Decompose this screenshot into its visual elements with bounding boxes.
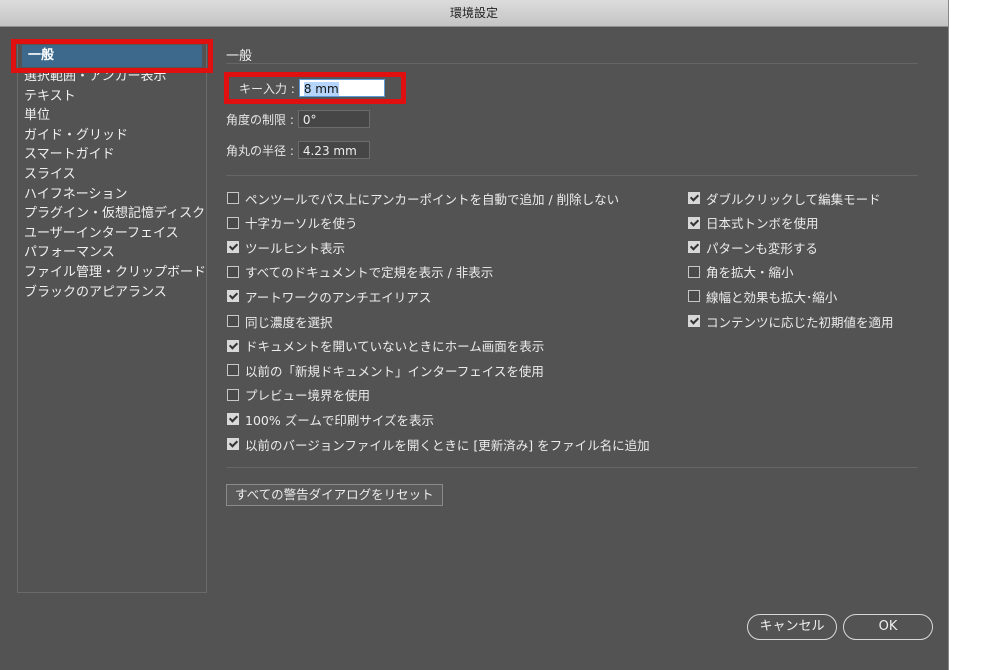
option-print-size-100[interactable]: 100% ズームで印刷サイズを表示	[227, 409, 434, 429]
cancel-button[interactable]: キャンセル	[747, 614, 837, 640]
key-input-row: キー入力 : 8 mm	[239, 79, 385, 97]
fields-divider	[226, 175, 918, 176]
option-label: 以前の「新規ドキュメント」インターフェイスを使用	[245, 363, 544, 379]
key-input-value: 8 mm	[303, 82, 339, 96]
window-edge	[948, 0, 949, 670]
sidebar-item-smart-guides[interactable]: スマートガイド	[18, 145, 206, 165]
option-content-aware-defaults[interactable]: コンテンツに応じた初期値を適用	[688, 311, 894, 331]
options-divider	[226, 467, 918, 468]
option-legacy-new-document[interactable]: 以前の「新規ドキュメント」インターフェイスを使用	[227, 360, 544, 380]
preferences-dialog: 環境設定 一般 選択範囲・アンカー表示 テキスト 単位 ガイド・グリッド スマー…	[0, 0, 948, 670]
checkbox[interactable]	[227, 438, 239, 450]
sidebar-item-text[interactable]: テキスト	[18, 87, 206, 107]
corner-radius-field[interactable]: 4.23 mm	[297, 141, 370, 159]
angle-row: 角度の制限 : 0°	[226, 110, 370, 128]
option-scale-corners[interactable]: 角を拡大・縮小	[688, 262, 794, 282]
option-label: 線幅と効果も拡大･縮小	[706, 289, 838, 305]
option-label: パターンも変形する	[706, 240, 818, 256]
checkbox[interactable]	[688, 290, 700, 303]
checkbox[interactable]	[688, 315, 700, 327]
sidebar-item-slices[interactable]: スライス	[18, 165, 206, 185]
option-show-tooltips[interactable]: ツールヒント表示	[227, 237, 345, 257]
option-label: アートワークのアンチエイリアス	[245, 289, 432, 305]
option-select-same-tint[interactable]: 同じ濃度を選択	[227, 311, 333, 331]
checkbox[interactable]	[688, 216, 700, 229]
sidebar-item-selection-anchor[interactable]: 選択範囲・アンカー表示	[18, 67, 206, 87]
key-input-field[interactable]: 8 mm	[298, 79, 385, 97]
sidebar-item-units[interactable]: 単位	[18, 106, 206, 126]
sidebar-item-guides-grid[interactable]: ガイド・グリッド	[18, 126, 206, 146]
option-antialiased-artwork[interactable]: アートワークのアンチエイリアス	[227, 286, 431, 306]
option-label: プレビュー境界を使用	[245, 388, 371, 404]
checkbox[interactable]	[227, 364, 239, 377]
corner-radius-label: 角丸の半径 :	[226, 143, 294, 158]
option-label: 角を拡大・縮小	[706, 265, 794, 281]
sidebar-item-performance[interactable]: パフォーマンス	[18, 243, 206, 263]
option-label: 同じ濃度を選択	[245, 314, 333, 330]
option-label: ダブルクリックして編集モード	[706, 191, 881, 207]
option-scale-strokes-effects[interactable]: 線幅と効果も拡大･縮小	[688, 286, 837, 306]
checkbox[interactable]	[227, 315, 239, 327]
sidebar: 一般 選択範囲・アンカー表示 テキスト 単位 ガイド・グリッド スマートガイド …	[17, 42, 207, 593]
reset-warnings-button[interactable]: すべての警告ダイアログをリセット	[226, 484, 443, 506]
option-japanese-crop-marks[interactable]: 日本式トンボを使用	[688, 213, 819, 233]
option-label: コンテンツに応じた初期値を適用	[706, 314, 894, 330]
section-title: 一般	[226, 49, 253, 64]
option-transform-patterns[interactable]: パターンも変形する	[688, 237, 818, 257]
option-preview-bounds[interactable]: プレビュー境界を使用	[227, 385, 370, 405]
checkbox[interactable]	[227, 265, 239, 278]
option-label: ドキュメントを開いていないときにホーム画面を表示	[245, 339, 545, 355]
sidebar-item-hyphenation[interactable]: ハイフネーション	[18, 185, 206, 205]
option-double-click-isolate[interactable]: ダブルクリックして編集モード	[688, 188, 881, 208]
ok-button[interactable]: OK	[843, 614, 933, 640]
sidebar-item-black-appearance[interactable]: ブラックのアピアランス	[18, 283, 206, 303]
option-pen-auto-add-delete[interactable]: ペンツールでパス上にアンカーポイントを自動で追加 / 削除しない	[227, 188, 619, 208]
checkbox[interactable]	[688, 192, 700, 204]
option-label: すべてのドキュメントで定規を表示 / 非表示	[245, 265, 494, 281]
checkbox[interactable]	[227, 339, 239, 352]
sidebar-item-file-clipboard[interactable]: ファイル管理・クリップボード	[18, 263, 206, 283]
checkbox[interactable]	[227, 413, 239, 426]
option-label: 日本式トンボを使用	[706, 216, 819, 232]
sidebar-item-plugins-scratch[interactable]: プラグイン・仮想記憶ディスク	[18, 204, 206, 224]
option-label: 100% ズームで印刷サイズを表示	[245, 412, 434, 428]
sidebar-item-general[interactable]: 一般	[22, 45, 202, 67]
option-show-home-screen[interactable]: ドキュメントを開いていないときにホーム画面を表示	[227, 336, 544, 356]
option-label: ペンツールでパス上にアンカーポイントを自動で追加 / 削除しない	[245, 191, 620, 207]
corner-radius-row: 角丸の半径 : 4.23 mm	[226, 141, 370, 159]
checkbox[interactable]	[227, 216, 239, 229]
checkbox[interactable]	[227, 192, 239, 204]
checkbox[interactable]	[688, 241, 700, 254]
checkbox[interactable]	[688, 265, 700, 278]
window-title: 環境設定	[0, 0, 948, 27]
angle-field[interactable]: 0°	[297, 110, 370, 128]
section-divider	[226, 63, 918, 64]
angle-label: 角度の制限 :	[226, 112, 294, 127]
option-append-converted[interactable]: 以前のバージョンファイルを開くときに [更新済み] をファイル名に追加	[227, 434, 650, 454]
key-input-label: キー入力 :	[239, 81, 295, 96]
option-precise-cursors[interactable]: 十字カーソルを使う	[227, 213, 358, 233]
option-label: 以前のバージョンファイルを開くときに [更新済み] をファイル名に追加	[245, 437, 650, 453]
option-label: ツールヒント表示	[245, 240, 346, 256]
checkbox[interactable]	[227, 388, 239, 401]
sidebar-item-user-interface[interactable]: ユーザーインターフェイス	[18, 224, 206, 244]
option-rulers-all-documents[interactable]: すべてのドキュメントで定規を表示 / 非表示	[227, 262, 493, 282]
checkbox[interactable]	[227, 290, 239, 303]
option-label: 十字カーソルを使う	[245, 216, 358, 232]
checkbox[interactable]	[227, 241, 239, 254]
